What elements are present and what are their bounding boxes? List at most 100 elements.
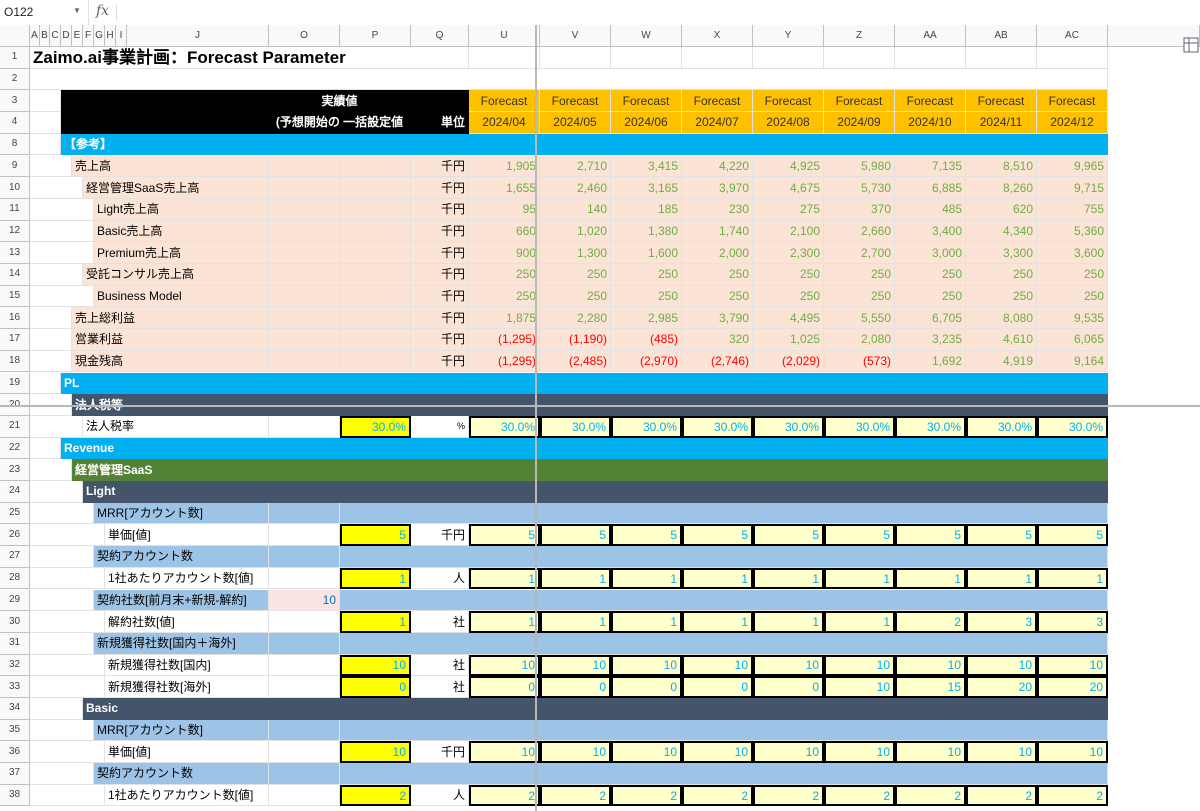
column-header-g[interactable]: G xyxy=(94,25,105,47)
name-box[interactable]: O122 ▼ xyxy=(0,0,89,25)
row-header-17[interactable]: 17 xyxy=(0,329,30,351)
forecast-input[interactable]: 10 xyxy=(966,654,1037,677)
ref-cell[interactable] xyxy=(340,264,411,286)
grid-cell[interactable] xyxy=(30,763,94,785)
subsection-label[interactable]: 契約社数[前月末+新規-解約] xyxy=(94,589,269,612)
forecast-value[interactable]: (1,295) xyxy=(469,350,540,373)
input-row-label[interactable]: 新規獲得社数[国内] xyxy=(105,654,269,677)
subsection-label[interactable]: MRR[アカウント数] xyxy=(94,719,269,742)
row-header-4[interactable]: 4 xyxy=(0,112,30,134)
row-header-30[interactable]: 30 xyxy=(0,611,30,633)
forecast-input[interactable]: 5 xyxy=(966,524,1037,547)
parameter-input[interactable]: 5 xyxy=(340,524,411,547)
subsection-band[interactable] xyxy=(340,763,1108,785)
forecast-value[interactable]: 8,510 xyxy=(966,155,1037,178)
forecast-value[interactable]: 2,660 xyxy=(824,220,895,243)
forecast-value[interactable]: 1,875 xyxy=(469,307,540,330)
forecast-input[interactable]: 30.0% xyxy=(895,415,966,438)
forecast-input[interactable]: 1 xyxy=(895,567,966,590)
forecast-value[interactable]: 1,025 xyxy=(753,329,824,351)
subsection-label[interactable]: MRR[アカウント数] xyxy=(94,502,269,525)
forecast-value[interactable]: 4,610 xyxy=(966,329,1037,351)
forecast-input[interactable]: 5 xyxy=(540,524,611,547)
forecast-input[interactable]: 1 xyxy=(469,611,540,633)
forecast-input[interactable]: 1 xyxy=(824,611,895,633)
forecast-value[interactable]: 4,495 xyxy=(753,307,824,330)
row-header-10[interactable]: 10 xyxy=(0,177,30,199)
forecast-value[interactable]: 3,400 xyxy=(895,220,966,243)
select-all-corner[interactable] xyxy=(0,25,30,47)
forecast-value[interactable]: 9,965 xyxy=(1037,155,1108,178)
row-header-32[interactable]: 32 xyxy=(0,654,30,677)
grid-cell[interactable] xyxy=(269,654,340,677)
subsection-band[interactable] xyxy=(340,546,1108,568)
forecast-value[interactable]: 1,300 xyxy=(540,242,611,264)
forecast-input[interactable]: 10 xyxy=(682,654,753,677)
ref-row-label[interactable]: 受託コンサル売上高 xyxy=(83,264,269,286)
grid-cell[interactable] xyxy=(30,459,72,481)
forecast-input[interactable]: 10 xyxy=(824,676,895,698)
grid-cell[interactable] xyxy=(269,415,340,438)
column-header-ab[interactable]: AB xyxy=(966,25,1037,47)
ref-cell[interactable] xyxy=(269,350,340,373)
column-header-i[interactable]: I xyxy=(116,25,127,47)
input-row-label[interactable]: 1社あたりアカウント数[値] xyxy=(105,567,269,590)
column-header-o[interactable]: O xyxy=(269,25,340,47)
forecast-value[interactable]: (2,485) xyxy=(540,350,611,373)
ref-cell[interactable] xyxy=(340,350,411,373)
section-band[interactable]: Light xyxy=(83,481,1108,503)
subsection-label[interactable]: 契約アカウント数 xyxy=(94,546,269,568)
unit-cell[interactable]: 人 xyxy=(411,784,469,807)
grid-cell[interactable] xyxy=(269,741,340,764)
forecast-input[interactable]: 10 xyxy=(1037,654,1108,677)
forecast-value[interactable]: 2,000 xyxy=(682,242,753,264)
forecast-value[interactable]: 1,692 xyxy=(895,350,966,373)
column-header-c[interactable]: C xyxy=(50,25,61,47)
actual-value[interactable]: 10 xyxy=(269,589,340,612)
ref-cell[interactable] xyxy=(269,307,340,330)
ref-row-label[interactable]: Business Model xyxy=(94,285,269,308)
forecast-value[interactable]: 755 xyxy=(1037,198,1108,221)
grid-cell[interactable] xyxy=(30,372,61,395)
column-header-y[interactable]: Y xyxy=(753,25,824,47)
forecast-value[interactable]: 250 xyxy=(895,285,966,308)
forecast-input[interactable]: 2 xyxy=(682,784,753,807)
row-header-19[interactable]: 19 xyxy=(0,372,30,395)
grid-cell[interactable] xyxy=(611,47,682,69)
unit-cell[interactable]: 千円 xyxy=(411,524,469,547)
forecast-value[interactable]: 2,280 xyxy=(540,307,611,330)
section-band[interactable]: Basic xyxy=(83,698,1108,720)
unit-cell[interactable]: 千円 xyxy=(411,198,469,221)
column-header-a[interactable]: A xyxy=(30,25,40,47)
grid-cell[interactable] xyxy=(30,242,94,264)
forecast-value[interactable]: 9,715 xyxy=(1037,177,1108,199)
forecast-input[interactable]: 10 xyxy=(540,741,611,764)
actual-value[interactable] xyxy=(269,632,340,655)
forecast-value[interactable]: 250 xyxy=(611,264,682,286)
forecast-input[interactable]: 2 xyxy=(824,784,895,807)
row-header-24[interactable]: 24 xyxy=(0,481,30,503)
ref-cell[interactable] xyxy=(269,242,340,264)
ref-cell[interactable] xyxy=(340,285,411,308)
forecast-value[interactable]: 320 xyxy=(682,329,753,351)
forecast-input[interactable]: 0 xyxy=(540,676,611,698)
forecast-value[interactable]: 8,080 xyxy=(966,307,1037,330)
column-header-h[interactable]: H xyxy=(105,25,116,47)
parameter-input[interactable]: 1 xyxy=(340,611,411,633)
parameter-input[interactable]: 1 xyxy=(340,567,411,590)
forecast-input[interactable]: 2 xyxy=(1037,784,1108,807)
forecast-value[interactable]: 2,460 xyxy=(540,177,611,199)
ref-row-label[interactable]: 現金残高 xyxy=(72,350,269,373)
forecast-value[interactable]: 3,165 xyxy=(611,177,682,199)
grid-cell[interactable] xyxy=(30,68,1108,91)
forecast-input[interactable]: 30.0% xyxy=(682,415,753,438)
forecast-input[interactable]: 10 xyxy=(1037,741,1108,764)
grid-cell[interactable] xyxy=(682,47,753,69)
forecast-input[interactable]: 30.0% xyxy=(540,415,611,438)
forecast-input[interactable]: 30.0% xyxy=(824,415,895,438)
row-header-22[interactable]: 22 xyxy=(0,437,30,460)
grid-cell[interactable] xyxy=(269,611,340,633)
unit-cell[interactable]: 社 xyxy=(411,611,469,633)
forecast-input[interactable]: 10 xyxy=(469,741,540,764)
forecast-value[interactable]: 250 xyxy=(682,285,753,308)
